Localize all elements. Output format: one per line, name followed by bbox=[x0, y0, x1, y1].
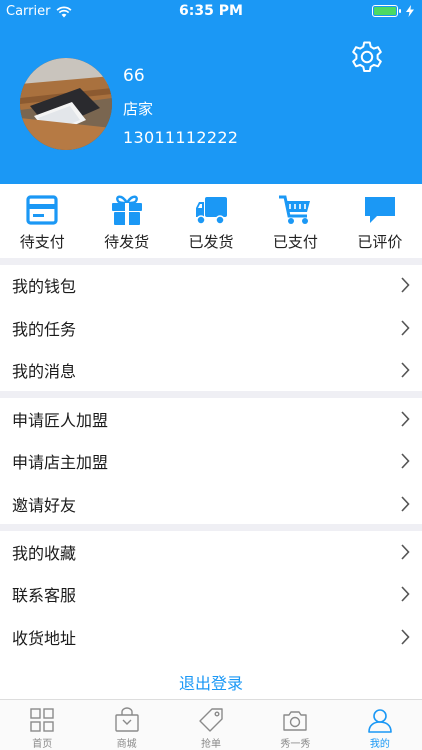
avatar[interactable] bbox=[20, 58, 112, 150]
tab-label: 秀一秀 bbox=[280, 739, 311, 750]
menu-item-favorites[interactable]: 我的收藏 bbox=[0, 530, 422, 573]
tab-label: 我的 bbox=[369, 739, 390, 750]
tab-show[interactable]: 秀一秀 bbox=[253, 700, 337, 750]
card-icon bbox=[26, 195, 58, 225]
menu-item-customer-service[interactable]: 联系客服 bbox=[0, 572, 422, 615]
order-shipped[interactable]: 已发货 bbox=[169, 184, 253, 258]
tab-label: 商城 bbox=[116, 739, 137, 750]
battery-icon bbox=[372, 5, 401, 17]
user-name: 66 bbox=[123, 66, 145, 86]
order-label: 待发货 bbox=[104, 233, 150, 251]
order-label: 已发货 bbox=[188, 233, 234, 251]
logout-button[interactable]: 退出登录 bbox=[0, 670, 422, 694]
chevron-right-icon bbox=[401, 362, 410, 378]
tab-grab-order[interactable]: 抢单 bbox=[169, 700, 253, 750]
tab-mine[interactable]: 我的 bbox=[338, 700, 422, 750]
menu-item-invite-friends[interactable]: 邀请好友 bbox=[0, 482, 422, 525]
menu-item-tasks[interactable]: 我的任务 bbox=[0, 306, 422, 349]
menu-item-label: 联系客服 bbox=[12, 585, 77, 605]
tab-home[interactable]: 首页 bbox=[0, 700, 84, 750]
menu-item-wallet[interactable]: 我的钱包 bbox=[0, 263, 422, 306]
chevron-right-icon bbox=[401, 586, 410, 602]
tab-mall[interactable]: 商城 bbox=[84, 700, 168, 750]
charging-icon bbox=[406, 5, 414, 17]
settings-gear-icon[interactable] bbox=[350, 40, 384, 74]
cart-icon bbox=[279, 195, 311, 224]
menu-item-apply-craftsman[interactable]: 申请匠人加盟 bbox=[0, 397, 422, 440]
menu-item-label: 邀请好友 bbox=[12, 495, 77, 515]
grid-icon bbox=[30, 708, 54, 732]
menu-item-label: 我的钱包 bbox=[12, 276, 77, 296]
truck-icon bbox=[196, 197, 228, 225]
menu-item-apply-shopowner[interactable]: 申请店主加盟 bbox=[0, 439, 422, 482]
tab-label: 首页 bbox=[32, 739, 53, 750]
menu-item-label: 申请匠人加盟 bbox=[12, 410, 109, 430]
order-pending-shipment[interactable]: 待发货 bbox=[84, 184, 168, 258]
order-reviewed[interactable]: 已评价 bbox=[338, 184, 422, 258]
chevron-right-icon bbox=[401, 544, 410, 560]
status-time: 6:35 PM bbox=[179, 3, 243, 19]
chevron-right-icon bbox=[401, 453, 410, 469]
chevron-right-icon bbox=[401, 411, 410, 427]
menu-item-label: 收货地址 bbox=[12, 628, 77, 648]
user-role: 店家 bbox=[123, 100, 154, 118]
comment-icon bbox=[364, 197, 395, 223]
menu-item-label: 我的任务 bbox=[12, 319, 77, 339]
chevron-right-icon bbox=[401, 629, 410, 645]
camera-icon bbox=[283, 711, 308, 731]
order-label: 已支付 bbox=[272, 233, 318, 251]
tab-bar: 首页 商城 抢单 秀一秀 我的 bbox=[0, 699, 422, 750]
menu-item-address[interactable]: 收货地址 bbox=[0, 615, 422, 658]
gift-icon bbox=[111, 195, 142, 225]
menu-item-label: 申请店主加盟 bbox=[12, 452, 109, 472]
order-label: 待支付 bbox=[19, 233, 65, 251]
tab-label: 抢单 bbox=[201, 739, 222, 750]
menu-item-label: 我的消息 bbox=[12, 361, 77, 381]
tag-icon bbox=[199, 708, 223, 732]
chevron-right-icon bbox=[401, 320, 410, 336]
profile-header: Carrier 6:35 PM 66 店家 13011112222 bbox=[0, 0, 422, 184]
order-label: 已评价 bbox=[357, 233, 403, 251]
menu-item-label: 我的收藏 bbox=[12, 543, 77, 563]
order-status-bar: 待支付 待发货 已发货 已支付 已评价 bbox=[0, 184, 422, 258]
status-bar: Carrier 6:35 PM bbox=[0, 0, 422, 24]
order-pending-payment[interactable]: 待支付 bbox=[0, 184, 84, 258]
menu-item-messages[interactable]: 我的消息 bbox=[0, 348, 422, 391]
avatar-photo bbox=[20, 58, 112, 150]
bag-icon bbox=[114, 707, 139, 732]
chevron-right-icon bbox=[401, 496, 410, 512]
user-icon bbox=[368, 709, 392, 733]
user-phone: 13011112222 bbox=[123, 128, 239, 147]
order-paid[interactable]: 已支付 bbox=[253, 184, 337, 258]
chevron-right-icon bbox=[401, 277, 410, 293]
